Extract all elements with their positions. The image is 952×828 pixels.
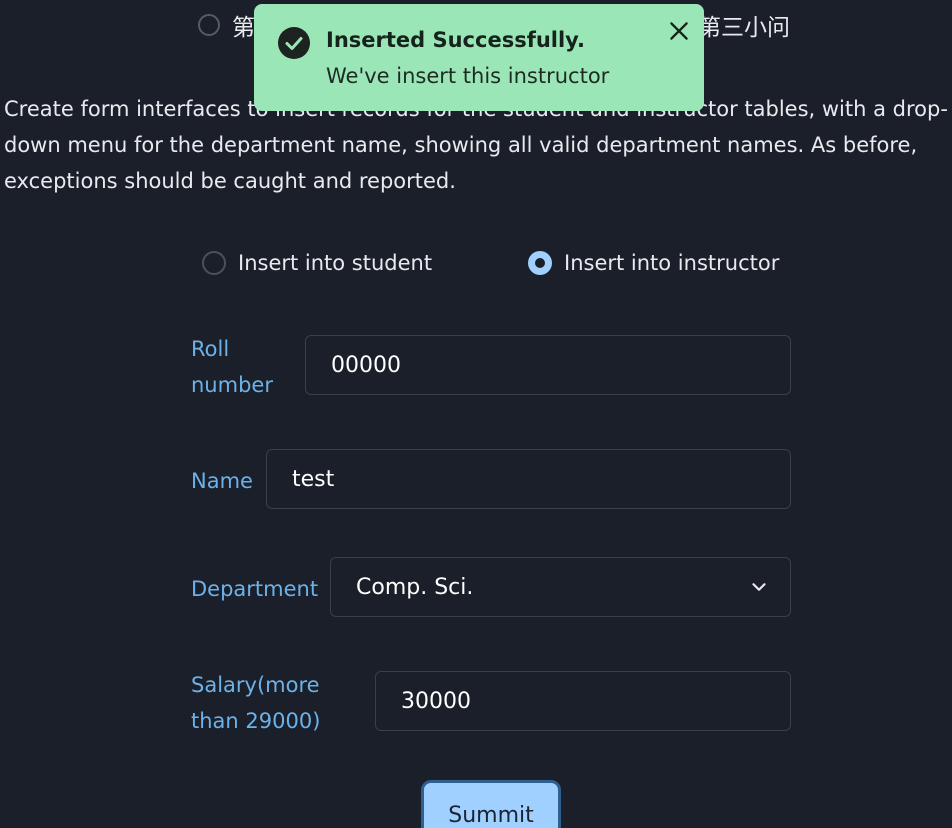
question-tab-third-label: 第三小问 [698,15,790,41]
question-tab-first-label: 第 [232,15,255,41]
toast-message: We've insert this instructor [326,64,610,88]
question-tab-third[interactable]: 第三小问 [698,8,790,42]
submit-button-label: Summit [448,803,534,828]
roll-number-label-line1: Roll [191,337,230,361]
toast-title: Inserted Successfully. [326,28,585,52]
department-value: Comp. Sci. [356,574,474,600]
submit-button[interactable]: Summit [421,780,561,828]
roll-number-label-line2: number [191,373,273,397]
check-circle-icon [278,27,310,59]
name-input[interactable]: test [266,449,791,509]
radio-insert-student-label: Insert into student [238,251,433,275]
roll-number-label: Roll number [191,331,273,403]
page: 第 第三小问 Create form interfaces to insert … [0,0,952,828]
chevron-down-icon [752,583,766,591]
roll-number-input[interactable]: 00000 [305,335,791,395]
radio-circle-icon [198,14,220,36]
salary-label: Salary(more than 29000) [191,667,320,739]
salary-label-line1: Salary(more [191,673,320,697]
salary-input[interactable]: 30000 [375,671,791,731]
salary-label-line2: than 29000) [191,709,321,733]
name-label: Name [191,469,253,493]
success-toast: Inserted Successfully. We've insert this… [254,4,704,111]
name-value: test [292,466,335,492]
radio-unchecked-icon [202,251,226,275]
question-tab-first[interactable]: 第 [198,8,255,42]
department-label: Department [191,577,319,601]
department-select[interactable]: Comp. Sci. [330,557,791,617]
radio-insert-student[interactable]: Insert into student [202,251,432,275]
radio-checked-icon [528,251,552,275]
close-icon[interactable] [666,18,692,44]
radio-insert-instructor-label: Insert into instructor [564,251,780,275]
salary-value: 30000 [401,688,471,714]
radio-insert-instructor[interactable]: Insert into instructor [528,251,779,275]
roll-number-value: 00000 [331,352,401,378]
